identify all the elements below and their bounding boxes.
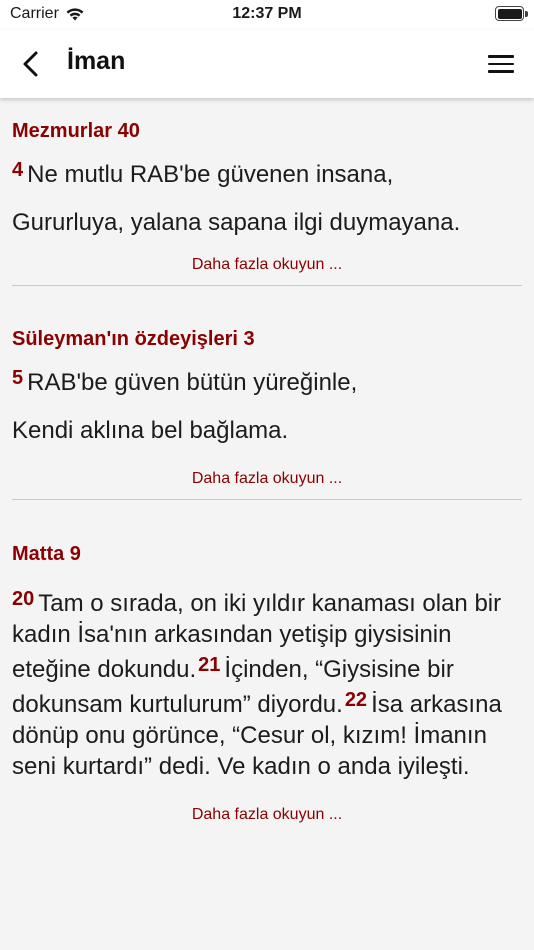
verse-number: 4 — [12, 159, 24, 181]
status-time: 12:37 PM — [232, 5, 302, 22]
verse-number: 5 — [12, 367, 24, 389]
status-bar: Carrier 12:37 PM — [0, 0, 534, 30]
verse-number: 22 — [344, 689, 368, 711]
nav-bar: İman — [0, 30, 534, 98]
verse-paragraph: 20 Tam o sırada, on iki yıldır kanaması o… — [12, 584, 522, 782]
battery-icon — [495, 6, 528, 21]
verse-number: 21 — [198, 654, 221, 676]
verse-line: 5 RAB'be güven bütün yüreğinle, — [12, 363, 522, 398]
verse-card: Mezmurlar 40 4 Ne mutlu RAB'be güvenen in… — [0, 98, 534, 274]
verse-number: 20 — [12, 588, 35, 610]
read-more-link[interactable]: Daha fazla okuyun ... — [12, 470, 522, 488]
verse-reference: Mezmurlar 40 — [12, 120, 140, 142]
verse-reference: Matta 9 — [12, 543, 81, 565]
verse-card: Matta 9 20 Tam o sırada, on iki yıldır ka… — [0, 500, 534, 824]
verse-card: Süleyman'ın özdeyişleri 3 5 RAB'be güven … — [0, 286, 534, 488]
read-more-link[interactable]: Daha fazla okuyun ... — [12, 806, 522, 824]
verse-reference: Süleyman'ın özdeyişleri 3 — [12, 328, 255, 350]
page-title: İman — [67, 47, 126, 75]
verse-list: Mezmurlar 40 4 Ne mutlu RAB'be güvenen in… — [0, 98, 534, 824]
verse-line: Kendi aklına bel bağlama. — [12, 417, 289, 444]
verse-line: 4 Ne mutlu RAB'be güvenen insana, — [12, 155, 522, 190]
chevron-left-icon — [23, 51, 38, 77]
menu-button[interactable] — [486, 50, 516, 78]
read-more-link[interactable]: Daha fazla okuyun ... — [12, 256, 522, 274]
status-right — [495, 6, 528, 21]
verse-text: RAB'be güven bütün yüreğinle, — [27, 369, 358, 396]
hamburger-menu-icon — [486, 55, 516, 73]
verse-text: Ne mutlu RAB'be güvenen insana, — [27, 161, 394, 188]
verse-line: Gururluya, yalana sapana ilgi duymayana. — [12, 209, 461, 236]
back-button[interactable] — [14, 46, 50, 82]
